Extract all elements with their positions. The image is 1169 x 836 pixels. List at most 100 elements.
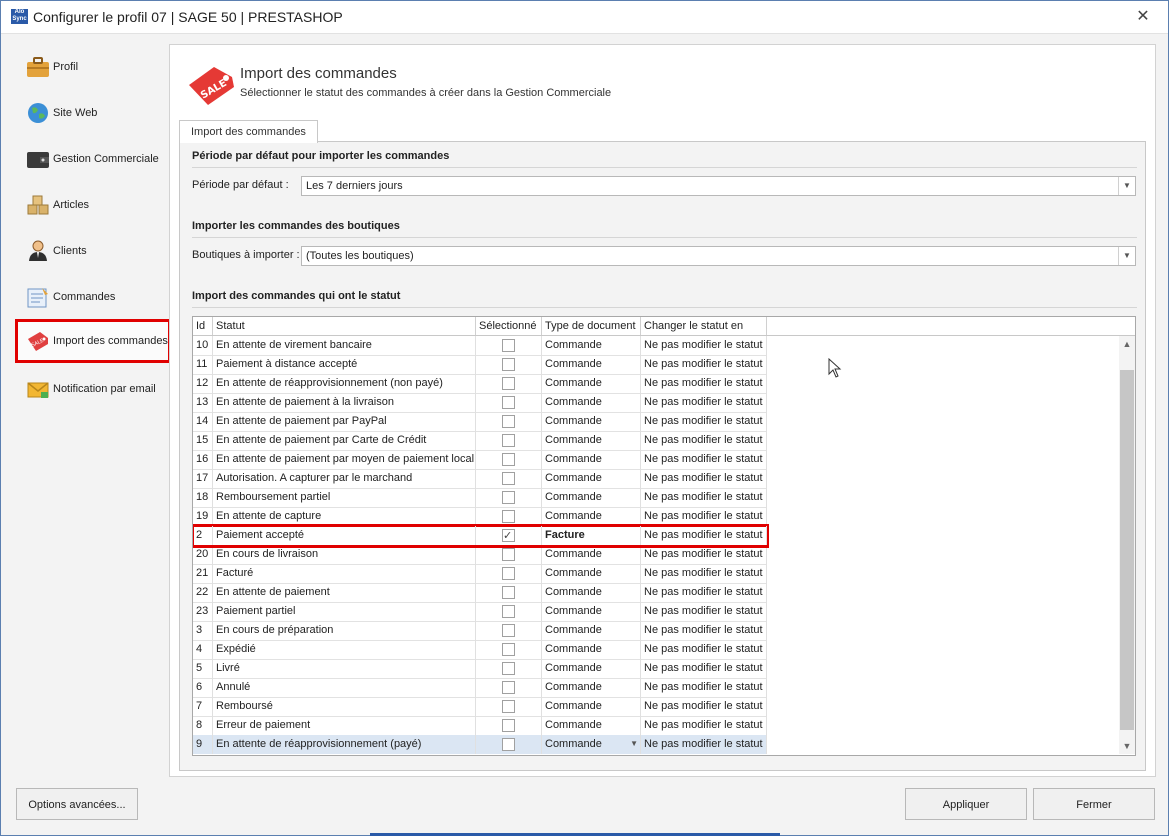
cell-changer-statut[interactable]: Ne pas modifier le statut (641, 716, 767, 735)
cell-changer-statut[interactable]: Ne pas modifier le statut (641, 602, 767, 621)
sidebar-item-notification-email[interactable]: Notification par email (17, 369, 169, 409)
sidebar-item-import-des-commandes[interactable]: SALE Import des commandes (15, 319, 171, 363)
sidebar-item-profil[interactable]: Profil (17, 47, 169, 87)
table-row[interactable]: 20 En cours de livraison Commande Ne pas mo… (193, 545, 767, 565)
scroll-up-icon[interactable]: ▲ (1119, 336, 1135, 352)
shops-select[interactable]: (Toutes les boutiques) ▼ (301, 246, 1136, 266)
cell-type-document[interactable]: Commande (542, 545, 641, 564)
selected-checkbox[interactable] (502, 339, 515, 352)
cell-type-document[interactable]: Commande (542, 659, 641, 678)
selected-checkbox[interactable] (502, 719, 515, 732)
table-row[interactable]: 16 En attente de paiement par moyen de pa… (193, 450, 767, 470)
selected-checkbox[interactable] (502, 586, 515, 599)
cell-type-document[interactable]: Commande (542, 355, 641, 374)
cell-changer-statut[interactable]: Ne pas modifier le statut (641, 450, 767, 469)
table-row[interactable]: 11 Paiement à distance accepté Commande Ne … (193, 355, 767, 375)
cell-changer-statut[interactable]: Ne pas modifier le statut (641, 621, 767, 640)
table-row[interactable]: 9 En attente de réapprovisionnement (payé… (193, 735, 767, 754)
sidebar-item-clients[interactable]: Clients (17, 231, 169, 271)
selected-checkbox[interactable] (502, 738, 515, 751)
table-row[interactable]: 21 Facturé Commande Ne pas modifier le stat… (193, 564, 767, 584)
chevron-down-icon[interactable]: ▼ (1118, 247, 1135, 265)
table-row[interactable]: 5 Livré Commande Ne pas modifier le statut (193, 659, 767, 679)
cell-type-document[interactable]: Commande (542, 393, 641, 412)
selected-checkbox[interactable] (502, 491, 515, 504)
advanced-options-button[interactable]: Options avancées... (16, 788, 138, 820)
close-window-button[interactable]: ✕ (1132, 6, 1154, 28)
table-row[interactable]: 7 Remboursé Commande Ne pas modifier le sta… (193, 697, 767, 717)
column-header-type-document[interactable]: Type de document (542, 317, 641, 335)
chevron-down-icon[interactable]: ▼ (1118, 177, 1135, 195)
sidebar-item-site-web[interactable]: Site Web (17, 93, 169, 133)
selected-checkbox[interactable] (502, 396, 515, 409)
cell-type-document[interactable]: Commande (542, 640, 641, 659)
cell-changer-statut[interactable]: Ne pas modifier le statut (641, 374, 767, 393)
column-header-statut[interactable]: Statut (213, 317, 476, 335)
selected-checkbox[interactable] (502, 358, 515, 371)
cell-changer-statut[interactable]: Ne pas modifier le statut (641, 507, 767, 526)
cell-type-document[interactable]: Commande ▼ (542, 735, 641, 754)
cell-changer-statut[interactable]: Ne pas modifier le statut (641, 355, 767, 374)
selected-checkbox[interactable] (502, 700, 515, 713)
apply-button[interactable]: Appliquer (905, 788, 1027, 820)
table-row[interactable]: 4 Expédié Commande Ne pas modifier le statu… (193, 640, 767, 660)
sidebar-item-articles[interactable]: Articles (17, 185, 169, 225)
selected-checkbox[interactable] (502, 548, 515, 561)
column-header-changer-statut[interactable]: Changer le statut en (641, 317, 767, 335)
cell-changer-statut[interactable]: Ne pas modifier le statut (641, 526, 767, 545)
table-row[interactable]: 15 En attente de paiement par Carte de Cr… (193, 431, 767, 451)
scroll-thumb[interactable] (1120, 370, 1134, 730)
cell-type-document[interactable]: Commande (542, 469, 641, 488)
sidebar-item-commandes[interactable]: Commandes (17, 277, 169, 317)
cell-changer-statut[interactable]: Ne pas modifier le statut (641, 336, 767, 355)
cell-changer-statut[interactable]: Ne pas modifier le statut (641, 583, 767, 602)
table-row[interactable]: 14 En attente de paiement par PayPal Comma… (193, 412, 767, 432)
cell-type-document[interactable]: Commande (542, 336, 641, 355)
cell-type-document[interactable]: Commande (542, 716, 641, 735)
selected-checkbox[interactable] (502, 377, 515, 390)
table-row[interactable]: 6 Annulé Commande Ne pas modifier le statut (193, 678, 767, 698)
table-row[interactable]: 22 En attente de paiement Commande Ne pas m… (193, 583, 767, 603)
table-row[interactable]: 17 Autorisation. A capturer par le marcha… (193, 469, 767, 489)
cell-type-document[interactable]: Commande (542, 583, 641, 602)
selected-checkbox[interactable] (502, 415, 515, 428)
table-row[interactable]: 8 Erreur de paiement Commande Ne pas modifi… (193, 716, 767, 736)
cell-type-document[interactable]: Commande (542, 621, 641, 640)
table-row[interactable]: 10 En attente de virement bancaire Command… (193, 336, 767, 356)
table-row[interactable]: 3 En cours de préparation Commande Ne pas m… (193, 621, 767, 641)
cell-type-document[interactable]: Commande (542, 450, 641, 469)
table-row[interactable]: 13 En attente de paiement à la livraison C… (193, 393, 767, 413)
column-header-selectionne[interactable]: Sélectionné (476, 317, 542, 335)
tab-import-des-commandes[interactable]: Import des commandes (179, 120, 318, 143)
period-select[interactable]: Les 7 derniers jours ▼ (301, 176, 1136, 196)
chevron-down-icon[interactable]: ▼ (630, 735, 638, 753)
column-header-id[interactable]: Id (193, 317, 213, 335)
selected-checkbox[interactable] (502, 453, 515, 466)
cell-type-document[interactable]: Commande (542, 697, 641, 716)
cell-type-document[interactable]: Commande (542, 564, 641, 583)
cell-changer-statut[interactable]: Ne pas modifier le statut (641, 393, 767, 412)
close-button[interactable]: Fermer (1033, 788, 1155, 820)
cell-type-document[interactable]: Commande (542, 678, 641, 697)
table-row[interactable]: 18 Remboursement partiel Commande Ne pas mo… (193, 488, 767, 508)
selected-checkbox[interactable] (502, 681, 515, 694)
selected-checkbox[interactable] (502, 643, 515, 656)
cell-changer-statut[interactable]: Ne pas modifier le statut (641, 412, 767, 431)
selected-checkbox[interactable] (502, 510, 515, 523)
scroll-down-icon[interactable]: ▼ (1119, 738, 1135, 754)
selected-checkbox[interactable] (502, 605, 515, 618)
sidebar-item-gestion-commerciale[interactable]: Gestion Commerciale (17, 139, 169, 179)
table-row[interactable]: 2Paiement accepté Facture Ne pas modifier … (193, 524, 769, 548)
vertical-scrollbar[interactable]: ▲ ▼ (1119, 336, 1135, 754)
cell-type-document[interactable]: Commande (542, 507, 641, 526)
selected-checkbox[interactable] (502, 472, 515, 485)
selected-checkbox[interactable] (502, 434, 515, 447)
cell-type-document[interactable]: Facture (542, 526, 641, 545)
cell-changer-statut[interactable]: Ne pas modifier le statut (641, 697, 767, 716)
cell-changer-statut[interactable]: Ne pas modifier le statut (641, 735, 767, 754)
selected-checkbox[interactable] (502, 527, 515, 545)
cell-type-document[interactable]: Commande (542, 488, 641, 507)
cell-changer-statut[interactable]: Ne pas modifier le statut (641, 659, 767, 678)
table-row[interactable]: 12 En attente de réapprovisionnement (non… (193, 374, 767, 394)
cell-changer-statut[interactable]: Ne pas modifier le statut (641, 488, 767, 507)
